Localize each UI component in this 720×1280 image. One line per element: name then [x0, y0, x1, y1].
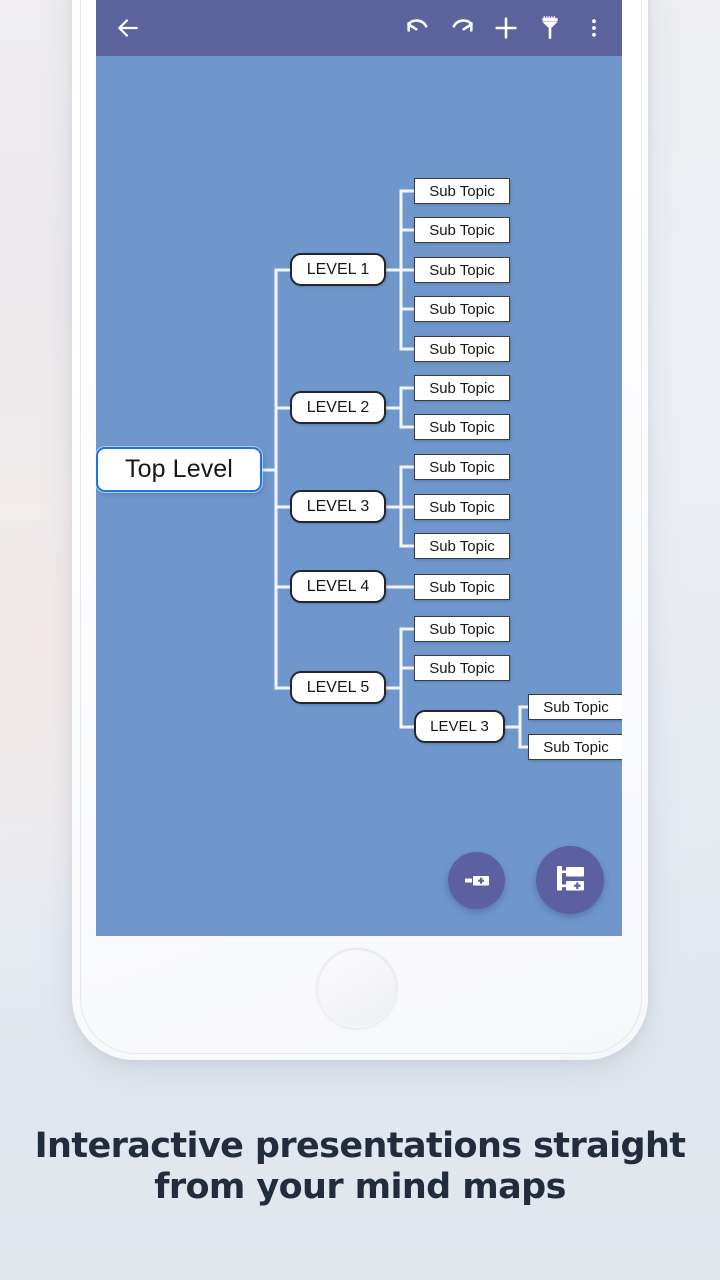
mindmap-node-label: Sub Topic: [429, 182, 495, 200]
overflow-menu-icon[interactable]: [572, 6, 616, 50]
mindmap-node-subtopic[interactable]: Sub Topic: [414, 494, 510, 520]
mindmap-node-label: Sub Topic: [429, 221, 495, 239]
mindmap-node-level-3-nested[interactable]: LEVEL 3: [414, 710, 505, 743]
mindmap-node-subtopic[interactable]: Sub Topic: [414, 296, 510, 322]
phone-home-button[interactable]: [317, 948, 397, 1028]
promo-caption: Interactive presentations straight from …: [0, 1126, 720, 1208]
mindmap-node-label: Sub Topic: [429, 659, 495, 677]
mindmap-node-subtopic[interactable]: Sub Topic: [414, 454, 510, 480]
mindmap-node-level-4[interactable]: LEVEL 4: [290, 570, 386, 603]
add-child-node-button[interactable]: [536, 846, 604, 914]
mindmap-node-label: Top Level: [125, 455, 233, 483]
screenshot-stage: Top Level LEVEL 1 Sub Topic Sub Topic Su…: [0, 0, 720, 1280]
caption-line-1: Interactive presentations straight: [34, 1126, 686, 1166]
phone-screen: Top Level LEVEL 1 Sub Topic Sub Topic Su…: [96, 0, 622, 936]
brush-icon[interactable]: [528, 6, 572, 50]
mindmap-node-label: Sub Topic: [429, 261, 495, 279]
caption-line-2: from your mind maps: [154, 1167, 566, 1207]
mindmap-node-subtopic[interactable]: Sub Topic: [528, 734, 622, 760]
add-sibling-node-button[interactable]: [448, 852, 505, 909]
mindmap-node-label: Sub Topic: [429, 418, 495, 436]
mindmap-node-label: Sub Topic: [543, 698, 609, 716]
add-icon[interactable]: [484, 6, 528, 50]
mindmap-node-label: LEVEL 3: [306, 497, 370, 515]
undo-icon[interactable]: [396, 6, 440, 50]
mindmap-node-subtopic[interactable]: Sub Topic: [414, 414, 510, 440]
mindmap-node-label: Sub Topic: [429, 340, 495, 358]
mindmap-node-level-5[interactable]: LEVEL 5: [290, 671, 386, 704]
mindmap-node-label: Sub Topic: [429, 458, 495, 476]
mindmap-node-subtopic[interactable]: Sub Topic: [414, 178, 510, 204]
mindmap-node-level-1[interactable]: LEVEL 1: [290, 253, 386, 286]
mindmap-node-label: Sub Topic: [429, 379, 495, 397]
mindmap-node-root[interactable]: Top Level: [96, 447, 262, 492]
mindmap-node-subtopic[interactable]: Sub Topic: [414, 336, 510, 362]
mindmap-node-subtopic[interactable]: Sub Topic: [414, 217, 510, 243]
mindmap-node-label: Sub Topic: [429, 620, 495, 638]
mindmap-node-level-2[interactable]: LEVEL 2: [290, 391, 386, 424]
mindmap-node-label: LEVEL 3: [430, 718, 489, 735]
mindmap-node-label: LEVEL 1: [306, 260, 370, 278]
mindmap-node-label: Sub Topic: [429, 537, 495, 555]
mindmap-node-subtopic[interactable]: Sub Topic: [414, 655, 510, 681]
mindmap-node-label: LEVEL 4: [306, 577, 370, 595]
mindmap-node-subtopic[interactable]: Sub Topic: [414, 533, 510, 559]
mindmap-node-label: Sub Topic: [429, 498, 495, 516]
mindmap-node-subtopic[interactable]: Sub Topic: [414, 616, 510, 642]
mindmap-node-subtopic[interactable]: Sub Topic: [414, 257, 510, 283]
mindmap-node-level-3[interactable]: LEVEL 3: [290, 490, 386, 523]
back-arrow-icon[interactable]: [106, 6, 150, 50]
mindmap-node-subtopic[interactable]: Sub Topic: [414, 574, 510, 600]
mindmap-node-subtopic[interactable]: Sub Topic: [528, 694, 622, 720]
mindmap-node-label: Sub Topic: [543, 738, 609, 756]
mindmap-node-label: Sub Topic: [429, 300, 495, 318]
redo-icon[interactable]: [440, 6, 484, 50]
mindmap-node-label: LEVEL 5: [306, 678, 370, 696]
mindmap-canvas[interactable]: Top Level LEVEL 1 Sub Topic Sub Topic Su…: [96, 56, 622, 936]
mindmap-node-subtopic[interactable]: Sub Topic: [414, 375, 510, 401]
app-toolbar: [96, 0, 622, 56]
mindmap-node-label: Sub Topic: [429, 578, 495, 596]
mindmap-node-label: LEVEL 2: [306, 398, 370, 416]
